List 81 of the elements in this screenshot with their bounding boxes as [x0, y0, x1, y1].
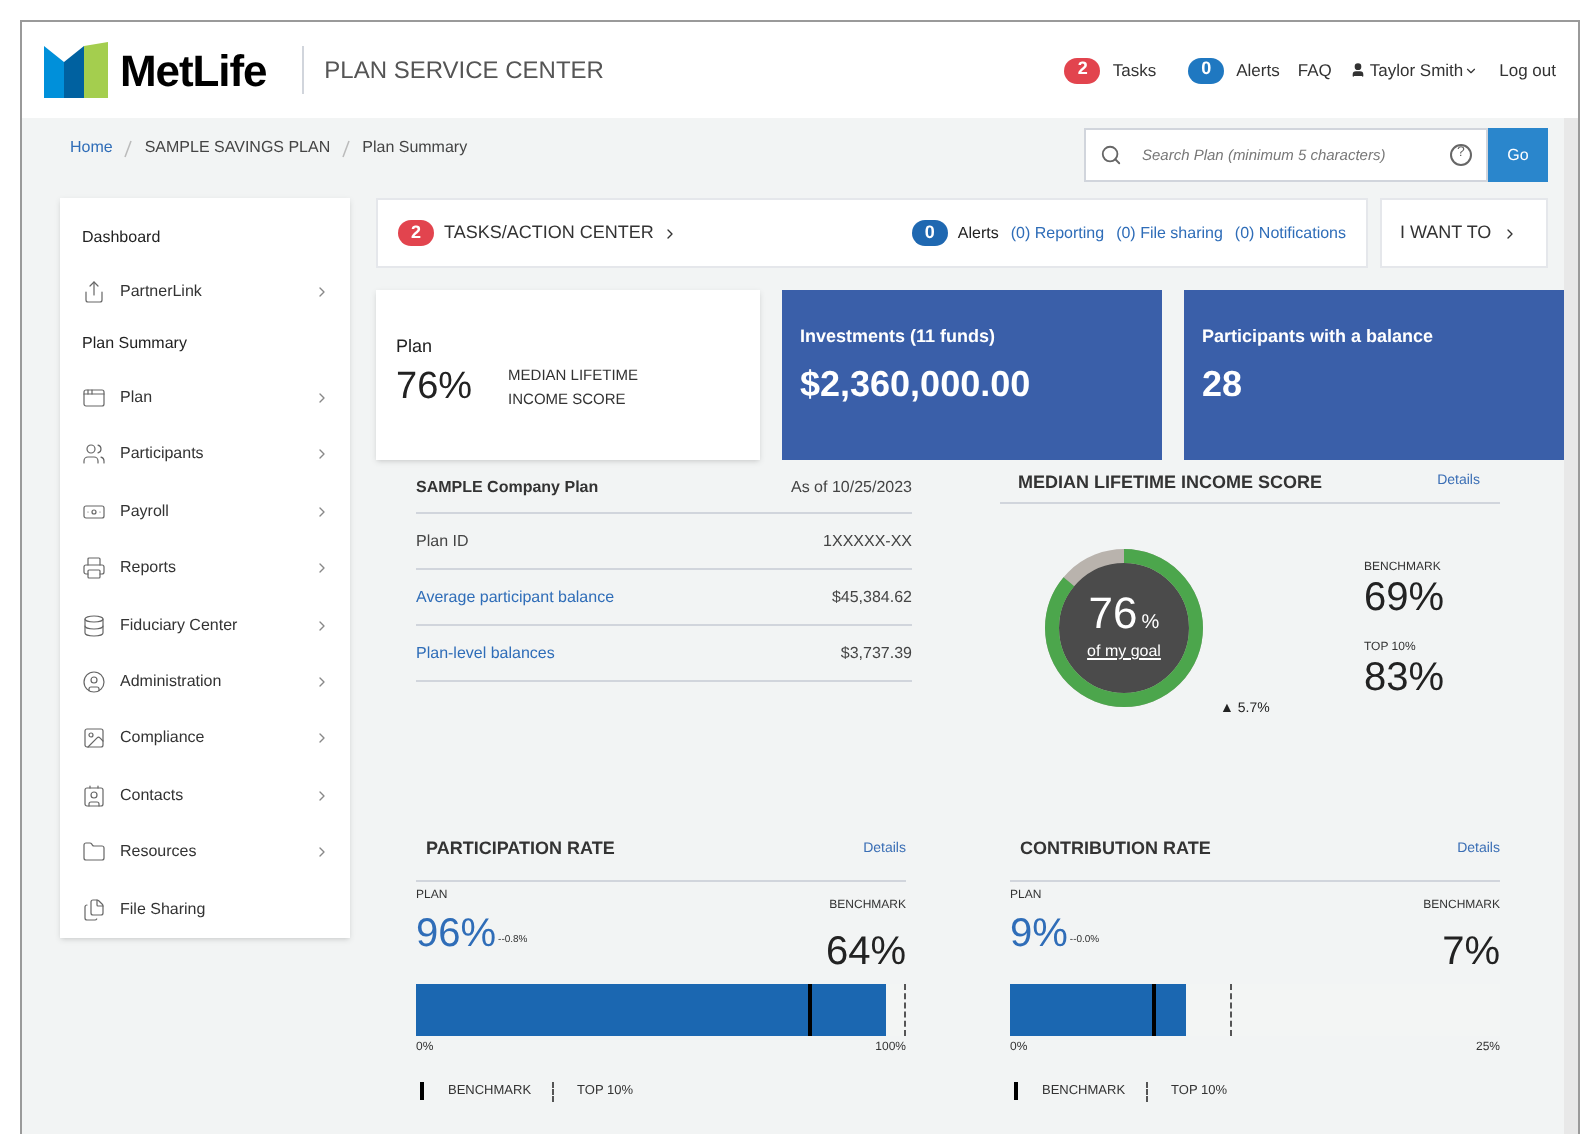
- score-value: 76%: [396, 364, 473, 412]
- score-value: 76%: [1088, 592, 1160, 636]
- breadcrumb-link[interactable]: Plan Summary: [362, 136, 468, 160]
- banknote-icon: [82, 499, 106, 524]
- alerts-count: 0: [1188, 57, 1225, 83]
- alerts-link[interactable]: Alerts: [1236, 57, 1280, 83]
- image-icon: [82, 726, 106, 751]
- files-icon: [82, 897, 106, 922]
- alerts-label: Alerts: [957, 221, 999, 245]
- legend-dashed-line-icon: [551, 1081, 554, 1101]
- product-title: PLAN SERVICE CENTER: [324, 54, 604, 88]
- tasks-link[interactable]: Tasks: [1112, 57, 1157, 83]
- row-value: $3,737.39: [840, 641, 912, 665]
- sidebar-item[interactable]: Fiduciary Center: [82, 596, 330, 654]
- search-icon: [1100, 144, 1122, 166]
- brand-name: MetLife: [120, 43, 267, 99]
- row-link[interactable]: Plan-level balances: [416, 641, 555, 665]
- action-link[interactable]: (0) Notifications: [1234, 221, 1346, 245]
- benchmark-score: 69%: [1364, 578, 1445, 618]
- card-title: Participants with a balance: [1202, 324, 1436, 350]
- folder-icon: [82, 840, 106, 865]
- card-value: $2,360,000.00: [800, 361, 1033, 407]
- user-icon: [82, 670, 106, 694]
- i-want-to-button[interactable]: I WANT TO: [1380, 198, 1548, 268]
- contact-card-icon: [82, 783, 106, 808]
- action-center-link[interactable]: TASKS/ACTION CENTER: [444, 219, 678, 247]
- users-icon: [82, 442, 106, 467]
- action-link[interactable]: (0) Reporting: [1010, 221, 1105, 245]
- as-of-date: As of 10/25/2023: [791, 476, 912, 500]
- printer-icon: [82, 556, 106, 581]
- go-button[interactable]: Go: [1488, 128, 1548, 182]
- card-title: Investments (11 funds): [800, 324, 998, 350]
- plan-name: SAMPLE Company Plan: [416, 476, 599, 500]
- sidebar-item[interactable]: Payroll: [82, 482, 330, 540]
- goal-link[interactable]: of my goal: [1087, 640, 1161, 664]
- sidebar-item[interactable]: Participants: [82, 425, 330, 483]
- separator-icon: [124, 139, 133, 157]
- row-value: $45,384.62: [831, 585, 912, 609]
- sidebar-item[interactable]: PartnerLink: [82, 263, 330, 320]
- row-value: 1XXXXX-XX: [823, 529, 912, 553]
- logout-link[interactable]: Log out: [1499, 57, 1556, 83]
- section-title: CONTRIBUTION RATE: [1020, 836, 1211, 862]
- tasks-count: 2: [398, 220, 434, 246]
- breadcrumb-link[interactable]: SAMPLE SAVINGS PLAN: [144, 136, 331, 160]
- sidebar-item[interactable]: Contacts: [82, 767, 330, 825]
- card-title: Plan: [396, 333, 435, 359]
- row-link[interactable]: Average participant balance: [416, 585, 615, 609]
- sidebar-item[interactable]: Compliance: [82, 710, 330, 768]
- row-label: Plan ID: [416, 529, 469, 553]
- benchmark-rate: 7%: [1442, 931, 1500, 971]
- section-title: PARTICIPATION RATE: [426, 836, 615, 862]
- card-value: 28: [1202, 361, 1245, 407]
- sidebar-item[interactable]: Reports: [82, 539, 330, 597]
- database-icon: [82, 613, 106, 638]
- user-menu[interactable]: Taylor Smith: [1349, 57, 1478, 83]
- stat-card[interactable]: Investments (11 funds) $2,360,000.00: [782, 290, 1162, 460]
- sidebar-item[interactable]: Administration: [82, 653, 330, 711]
- benchmark-rate: 64%: [825, 931, 906, 971]
- sidebar-heading[interactable]: Dashboard: [82, 214, 330, 264]
- breadcrumb-link[interactable]: Home: [70, 136, 113, 160]
- sidebar-item[interactable]: File Sharing: [82, 881, 330, 939]
- logo-icon: [44, 42, 108, 98]
- user-icon: [1349, 62, 1366, 78]
- legend-dashed-line-icon: [1145, 1081, 1148, 1101]
- window-icon: [82, 385, 106, 410]
- action-link[interactable]: (0) File sharing: [1116, 221, 1223, 245]
- top-score: 83%: [1364, 658, 1445, 698]
- stat-card[interactable]: Participants with a balance 28: [1184, 290, 1564, 460]
- separator-icon: [342, 139, 351, 157]
- section-title: MEDIAN LIFETIME INCOME SCORE: [1018, 469, 1323, 496]
- tasks-count: 2: [1064, 57, 1101, 83]
- sidebar-item[interactable]: Plan: [82, 369, 330, 426]
- sidebar-heading[interactable]: Plan Summary: [82, 319, 330, 370]
- faq-link[interactable]: FAQ: [1297, 57, 1332, 83]
- caret-icon: [1463, 63, 1478, 77]
- plan-rate: 9%: [1010, 913, 1068, 953]
- sidebar-item[interactable]: Resources: [82, 824, 330, 882]
- share-icon: [82, 279, 106, 304]
- alerts-count: 0: [911, 220, 948, 246]
- scrollbar[interactable]: [1564, 118, 1578, 1134]
- plan-rate: 96%: [416, 913, 497, 953]
